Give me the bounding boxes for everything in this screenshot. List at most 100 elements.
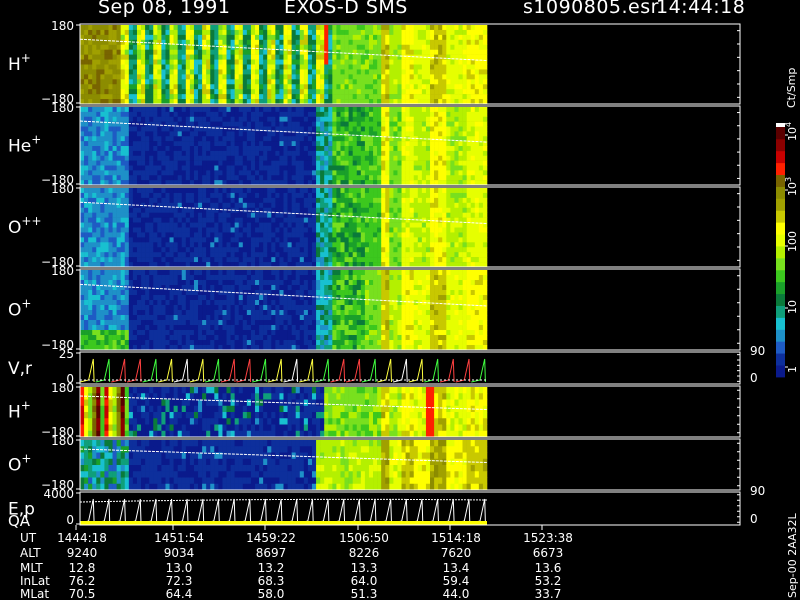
heatmap-cell	[92, 232, 97, 238]
heatmap-cell	[177, 89, 183, 95]
heatmap-cell	[128, 175, 134, 181]
heatmap-cell	[222, 257, 227, 263]
heatmap-cell	[112, 89, 117, 95]
heatmap-cell	[165, 126, 170, 132]
heatmap-cell	[364, 94, 370, 100]
heatmap-cell	[222, 217, 227, 223]
heatmap-cell	[474, 121, 480, 127]
heatmap-cell	[100, 89, 105, 95]
heatmap-cell	[259, 146, 264, 152]
heatmap-cell	[92, 290, 97, 296]
heatmap-cell	[193, 64, 199, 70]
heatmap-cell	[478, 121, 484, 127]
heatmap-cell	[368, 207, 374, 213]
heatmap-cell	[189, 155, 195, 161]
heatmap-cell	[120, 192, 126, 199]
heatmap-cell	[157, 39, 162, 46]
heatmap-cell	[136, 155, 142, 161]
heatmap-cell	[92, 54, 97, 60]
heatmap-cell	[462, 79, 467, 85]
heatmap-cell	[458, 247, 463, 253]
heatmap-cell	[218, 49, 223, 55]
heatmap-cell	[132, 146, 138, 152]
heatmap-cell	[124, 217, 130, 223]
heatmap-cell	[295, 237, 301, 243]
heatmap-cell	[161, 217, 166, 223]
heatmap-cell	[259, 79, 264, 85]
heatmap-cell	[462, 84, 467, 90]
heatmap-cell	[136, 232, 142, 238]
heatmap-cell	[230, 29, 235, 36]
heatmap-cell	[332, 29, 337, 36]
heatmap-cell	[438, 44, 443, 50]
heatmap-cell	[425, 74, 431, 80]
heatmap-cell	[413, 247, 419, 253]
heatmap-cell	[438, 89, 443, 95]
heatmap-cell	[356, 146, 362, 152]
heatmap-cell	[84, 192, 89, 199]
heatmap-cell	[275, 217, 280, 223]
heatmap-cell	[324, 64, 329, 70]
heatmap-cell	[401, 111, 406, 118]
heatmap-cell	[324, 165, 329, 171]
heatmap-cell	[226, 192, 231, 199]
heatmap-cell	[478, 150, 484, 157]
heatmap-cell	[226, 160, 231, 166]
heatmap-cell	[96, 280, 101, 286]
heatmap-cell	[84, 170, 89, 176]
heatmap-cell	[116, 232, 121, 238]
heatmap-cell	[181, 74, 187, 80]
heatmap-cell	[413, 237, 419, 243]
heatmap-cell	[405, 222, 410, 228]
heatmap-cell	[271, 29, 276, 36]
heatmap-cell	[128, 136, 134, 142]
heatmap-cell	[92, 202, 97, 209]
heatmap-cell	[377, 84, 382, 90]
heatmap-cell	[328, 175, 333, 181]
heatmap-cell	[108, 165, 113, 171]
heatmap-cell	[88, 300, 93, 306]
heatmap-cell	[88, 325, 93, 331]
heatmap-cell	[157, 247, 162, 253]
heatmap-cell	[324, 247, 329, 253]
heatmap-cell	[234, 197, 240, 204]
heatmap-cell	[348, 155, 353, 161]
heatmap-cell	[222, 227, 227, 233]
heatmap-cell	[450, 232, 455, 238]
heatmap-cell	[116, 165, 121, 171]
heatmap-cell	[136, 192, 142, 199]
heatmap-cell	[352, 197, 358, 204]
heatmap-cell	[234, 74, 240, 80]
heatmap-cell	[141, 59, 146, 65]
heatmap-cell	[136, 257, 142, 263]
heatmap-cell	[299, 160, 305, 166]
heatmap-cell	[377, 59, 382, 65]
heatmap-cell	[442, 121, 447, 127]
heatmap-cell	[421, 247, 427, 253]
heatmap-cell	[112, 310, 117, 316]
heatmap-cell	[238, 257, 244, 263]
heatmap-cell	[108, 126, 113, 132]
heatmap-cell	[132, 227, 138, 233]
heatmap-cell	[466, 227, 472, 233]
heatmap-cell	[393, 252, 398, 258]
heatmap-cell	[356, 170, 362, 176]
heatmap-cell	[364, 25, 370, 31]
heatmap-cell	[80, 212, 85, 218]
heatmap-cell	[202, 165, 207, 171]
heatmap-cell	[222, 84, 227, 90]
heatmap-cell	[446, 49, 451, 55]
heatmap-cell	[120, 232, 126, 238]
heatmap-cell	[128, 150, 134, 157]
heatmap-cell	[368, 54, 374, 60]
heatmap-cell	[438, 146, 443, 152]
heatmap-cell	[185, 155, 191, 161]
heatmap-cell	[80, 192, 85, 199]
heatmap-cell	[210, 165, 215, 171]
heatmap-cell	[450, 126, 455, 132]
heatmap-cell	[120, 126, 126, 132]
heatmap-cell	[385, 257, 390, 263]
heatmap-cell	[124, 150, 130, 157]
heatmap-cell	[446, 121, 451, 127]
heatmap-cell	[165, 146, 170, 152]
